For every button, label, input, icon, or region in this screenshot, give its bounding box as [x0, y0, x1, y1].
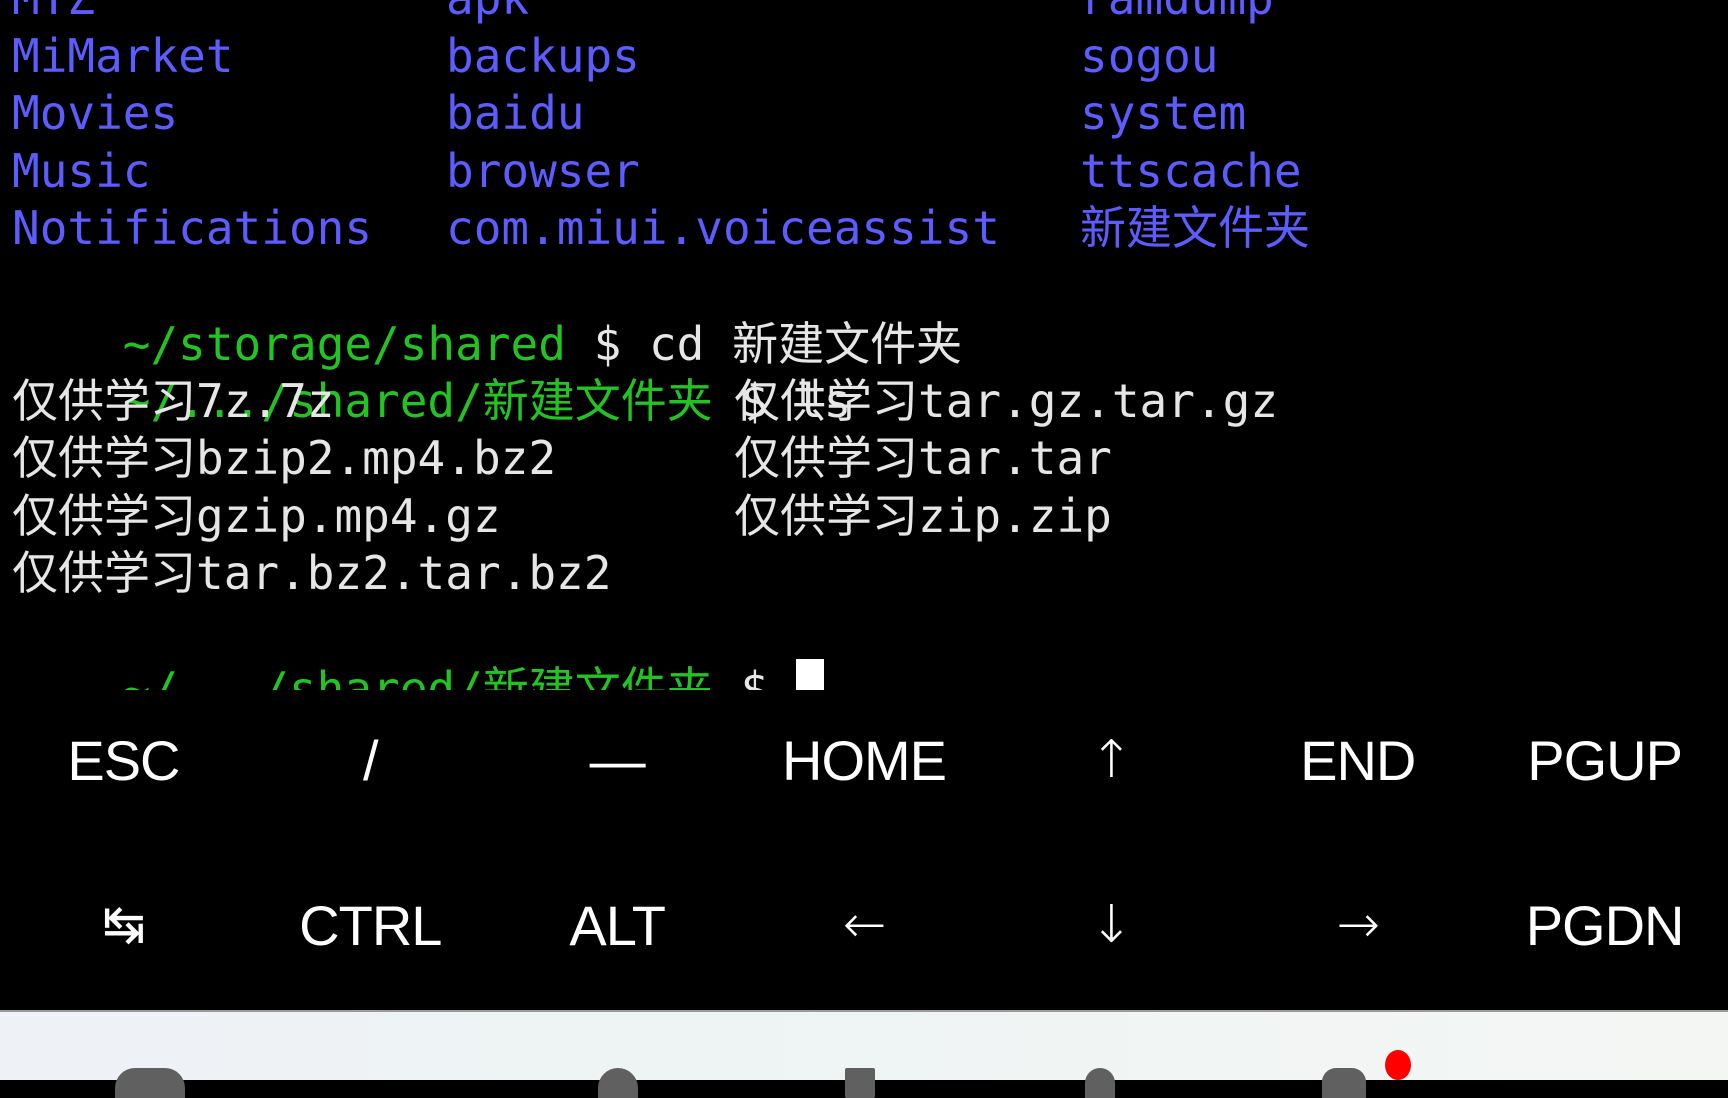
- terminal-output[interactable]: MTZ apk ramdump MiMarket backups sogou M…: [0, 0, 1728, 690]
- file-entry: 仅供学习gzip.mp4.gz: [12, 489, 501, 543]
- extra-keys-row-2: ↹ CTRL ALT ← ↓ → PGDN: [0, 845, 1728, 1005]
- arrow-down-key[interactable]: ↓: [987, 845, 1234, 1005]
- file-entry: 仅供学习tar.bz2.tar.bz2: [12, 546, 612, 600]
- home-icon[interactable]: [1322, 1068, 1366, 1098]
- dir-entry: Movies: [12, 86, 179, 140]
- dir-entry: sogou: [1080, 29, 1219, 83]
- dir-entry: 新建文件夹: [1080, 201, 1310, 255]
- listing-row: Notifications com.miui.voiceassist 新建文件夹: [12, 200, 1310, 258]
- add-icon[interactable]: [845, 1068, 875, 1098]
- file-row: 仅供学习bzip2.mp4.bz2 仅供学习tar.tar: [12, 430, 1112, 488]
- alt-key[interactable]: ALT: [494, 845, 741, 1005]
- dir-entry: system: [1080, 86, 1247, 140]
- arrow-right-key[interactable]: →: [1234, 845, 1481, 1005]
- esc-key[interactable]: ESC: [0, 680, 247, 840]
- notification-dot-icon: [1385, 1050, 1411, 1080]
- file-entry: 仅供学习7z.7z: [12, 374, 335, 428]
- file-entry: 仅供学习tar.tar: [734, 431, 1112, 485]
- file-row: 仅供学习gzip.mp4.gz 仅供学习zip.zip: [12, 488, 1112, 546]
- people-icon[interactable]: [115, 1068, 185, 1098]
- arrow-up-key[interactable]: ↑: [987, 680, 1234, 840]
- file-row: 仅供学习7z.7z 仅供学习tar.gz.tar.gz: [12, 373, 1278, 431]
- dir-entry: backups: [446, 29, 640, 83]
- dir-entry: MTZ: [12, 0, 95, 28]
- profile-icon[interactable]: [1085, 1068, 1115, 1098]
- dir-entry: baidu: [446, 86, 585, 140]
- file-entry: 仅供学习zip.zip: [734, 489, 1112, 543]
- dir-entry: com.miui.voiceassist: [446, 201, 1000, 255]
- dir-entry: ttscache: [1080, 144, 1302, 198]
- tab-key[interactable]: ↹: [0, 845, 247, 1005]
- slash-key[interactable]: /: [247, 680, 494, 840]
- current-prompt-line[interactable]: ~/.../shared/新建文件夹 $: [12, 603, 824, 690]
- extra-keys-bar: ESC / — HOME ↑ END PGUP ↹ CTRL ALT ← ↓ →…: [0, 680, 1728, 1010]
- listing-row: Movies baidu system: [12, 85, 1246, 143]
- command-line: ~/storage/shared $ cd 新建文件夹: [12, 258, 962, 371]
- bottom-navigation-bar: [0, 1010, 1728, 1098]
- ctrl-key[interactable]: CTRL: [247, 845, 494, 1005]
- listing-row: MTZ apk ramdump: [12, 0, 1274, 28]
- home-key[interactable]: HOME: [741, 680, 988, 840]
- command-line: ~/.../shared/新建文件夹 $ ls: [12, 315, 852, 428]
- listing-row: MiMarket backups sogou: [12, 28, 1218, 86]
- file-row: 仅供学习tar.bz2.tar.bz2: [12, 545, 611, 603]
- dir-entry: apk: [446, 0, 529, 28]
- search-icon[interactable]: [598, 1068, 638, 1098]
- dash-key[interactable]: —: [494, 680, 741, 840]
- file-entry: 仅供学习tar.gz.tar.gz: [734, 374, 1279, 428]
- dir-entry: ramdump: [1080, 0, 1274, 28]
- dir-entry: browser: [446, 144, 640, 198]
- pgdn-key[interactable]: PGDN: [1481, 845, 1728, 1005]
- dir-entry: Music: [12, 144, 151, 198]
- dir-entry: MiMarket: [12, 29, 234, 83]
- pgup-key[interactable]: PGUP: [1481, 680, 1728, 840]
- file-entry: 仅供学习bzip2.mp4.bz2: [12, 431, 557, 485]
- dir-entry: Notifications: [12, 201, 373, 255]
- end-key[interactable]: END: [1234, 680, 1481, 840]
- extra-keys-row-1: ESC / — HOME ↑ END PGUP: [0, 680, 1728, 840]
- arrow-left-key[interactable]: ←: [741, 845, 988, 1005]
- listing-row: Music browser ttscache: [12, 143, 1302, 201]
